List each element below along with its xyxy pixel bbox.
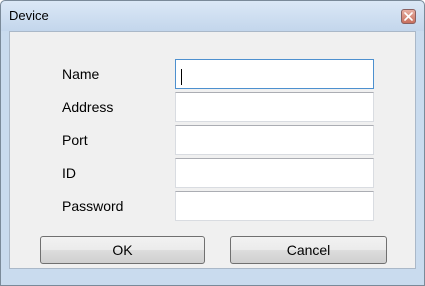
dialog-body: Name Address Port ID Password OK Cancel bbox=[9, 31, 416, 269]
password-label: Password bbox=[62, 198, 124, 214]
port-field[interactable] bbox=[175, 125, 374, 155]
port-label: Port bbox=[62, 132, 88, 148]
address-field[interactable] bbox=[175, 92, 374, 122]
window-title: Device bbox=[9, 8, 49, 23]
close-button[interactable] bbox=[401, 9, 416, 24]
text-caret bbox=[181, 69, 182, 85]
id-label: ID bbox=[62, 165, 76, 181]
device-dialog: Device Name Address Port ID Password OK … bbox=[0, 0, 425, 286]
ok-button[interactable]: OK bbox=[40, 236, 205, 264]
cancel-button[interactable]: Cancel bbox=[230, 236, 387, 264]
close-icon bbox=[404, 12, 413, 21]
password-field[interactable] bbox=[175, 191, 374, 221]
title-bar[interactable]: Device bbox=[1, 1, 424, 31]
id-field[interactable] bbox=[175, 158, 374, 188]
name-label: Name bbox=[62, 66, 100, 82]
name-field[interactable] bbox=[175, 59, 374, 89]
address-label: Address bbox=[62, 99, 114, 115]
